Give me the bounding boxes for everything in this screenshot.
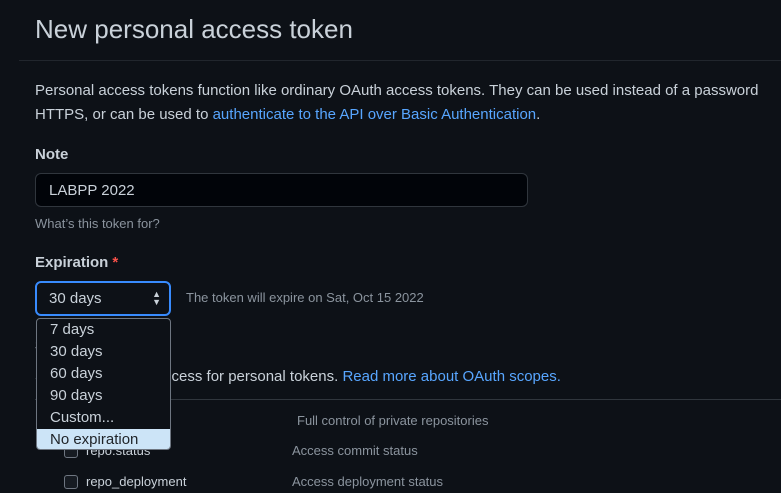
scope-row-repo-deployment: repo_deployment Access deployment status (0, 471, 781, 493)
scope-description: Access commit status (292, 443, 418, 458)
scope-description: Full control of private repositories (297, 413, 489, 428)
intro-line-2-prefix: HTTPS, or can be used to (35, 106, 213, 123)
expiration-label: Expiration * (35, 254, 118, 271)
scopes-text-visible: ccess for personal tokens. (164, 368, 343, 385)
option-custom[interactable]: Custom... (37, 407, 170, 429)
oauth-scopes-link[interactable]: Read more about OAuth scopes. (342, 368, 560, 385)
basic-auth-link[interactable]: authenticate to the API over Basic Authe… (213, 106, 537, 123)
option-60-days[interactable]: 60 days (37, 363, 170, 385)
scope-checkbox[interactable] (64, 475, 78, 489)
intro-line-2-suffix: . (536, 106, 541, 123)
option-7-days[interactable]: 7 days (37, 319, 170, 341)
expiration-dropdown-list: 7 days 30 days 60 days 90 days Custom...… (36, 318, 171, 450)
option-30-days[interactable]: 30 days (37, 341, 170, 363)
scope-description: Access deployment status (292, 474, 444, 489)
scope-name: repo_deployment (86, 474, 187, 489)
note-hint: What’s this token for? (35, 216, 160, 231)
expiration-label-text: Expiration (35, 254, 109, 271)
select-chevron-icon: ▲ ▼ (152, 289, 161, 307)
option-90-days[interactable]: 90 days (37, 385, 170, 407)
expiration-selected-value: 30 days (49, 290, 102, 307)
note-input[interactable] (35, 173, 528, 207)
expiration-select[interactable]: 30 days ▲ ▼ (35, 281, 171, 316)
intro-line-2: HTTPS, or can be used to authenticate to… (35, 103, 781, 127)
required-marker: * (112, 254, 119, 271)
note-label: Note (35, 146, 69, 163)
title-divider (19, 60, 781, 61)
intro-line-1: Personal access tokens function like ord… (35, 82, 759, 99)
token-form-page: New personal access token Personal acces… (0, 0, 781, 493)
expiration-note: The token will expire on Sat, Oct 15 202… (186, 290, 424, 305)
intro-text: Personal access tokens function like ord… (35, 79, 781, 127)
option-no-expiration[interactable]: No expiration (37, 429, 170, 449)
page-title: New personal access token (35, 14, 353, 44)
